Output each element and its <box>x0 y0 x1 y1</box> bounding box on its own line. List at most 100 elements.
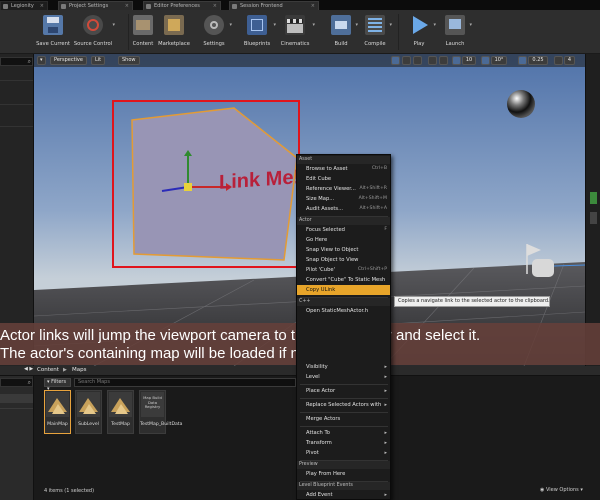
menu-item-audit-assets[interactable]: Audit Assets... Alt+Shift+A <box>297 204 390 214</box>
menu-item-visibility[interactable]: Visibility ▸ <box>297 362 390 372</box>
build-data-thumbnail: Map Build Data Registry <box>141 392 164 417</box>
menu-item-play-from-here[interactable]: Play From Here <box>297 469 390 479</box>
menu-item-reference-viewer[interactable]: Reference Viewer... Alt+Shift+R <box>297 184 390 194</box>
lit-button[interactable]: Lit <box>91 56 106 65</box>
menu-item-convert-static-mesh[interactable]: Convert "Cube" To Static Mesh <box>297 275 390 285</box>
chevron-down-icon: ▾ <box>389 22 392 28</box>
close-icon[interactable]: × <box>311 2 315 10</box>
blueprint-small-icon[interactable] <box>590 212 597 224</box>
tab-editor-preferences[interactable]: Editor Preferences × <box>143 1 221 10</box>
build-icon <box>331 15 351 35</box>
save-current-button[interactable]: Save Current <box>36 12 70 52</box>
chevron-right-icon: ▸ <box>384 430 387 436</box>
asset-tile-testmap[interactable]: TestMap <box>107 390 134 434</box>
menu-item-edit-cube[interactable]: Edit Cube <box>297 174 390 184</box>
menu-item-add-event[interactable]: Add Event ▸ <box>297 490 390 500</box>
menu-item-open-cpp[interactable]: Open StaticMeshActor.h <box>297 306 390 316</box>
asset-search-input[interactable]: Search Maps <box>74 378 296 387</box>
menu-section-preview: Preview <box>297 461 390 469</box>
filters-button[interactable]: ▾ Filters ▾ <box>44 378 71 392</box>
menu-item-copy-ulink[interactable]: Copy ULink <box>297 285 390 295</box>
panel-divider <box>0 408 33 409</box>
asset-tile-sublevel[interactable]: SubLevel <box>75 390 102 434</box>
rotate-mode-icon[interactable] <box>402 56 411 65</box>
content-icon <box>133 15 153 35</box>
menu-item-browse-to-asset[interactable]: Browse to Asset Ctrl+B <box>297 164 390 174</box>
show-button[interactable]: Show <box>118 56 140 65</box>
scale-snap-icon[interactable] <box>518 56 527 65</box>
build-button[interactable]: Build ▾ <box>326 12 358 52</box>
menu-item-snap-view[interactable]: Snap View to Object <box>297 245 390 255</box>
rotation-snap-icon[interactable] <box>481 56 490 65</box>
asset-tile-testmap-builtdata[interactable]: Map Build Data Registry TestMap_BuiltDat… <box>139 390 182 434</box>
content-button[interactable]: Content <box>130 12 156 52</box>
camera-speed-value[interactable]: 4 <box>564 56 575 65</box>
translate-mode-icon[interactable] <box>391 56 400 65</box>
close-icon[interactable]: × <box>40 2 44 10</box>
scale-snap-value[interactable]: 0.25 <box>528 56 548 65</box>
chevron-right-icon: ▶ <box>63 367 67 373</box>
cinematics-button[interactable]: Cinematics ▾ <box>277 12 315 52</box>
menu-item-level[interactable]: Level ▸ <box>297 372 390 382</box>
perspective-button[interactable]: Perspective <box>50 56 87 65</box>
menu-item-pivot[interactable]: Pivot ▸ <box>297 448 390 458</box>
menu-item-focus-selected[interactable]: Focus Selected F <box>297 225 390 235</box>
chevron-down-icon: ▾ <box>229 22 232 28</box>
close-icon[interactable]: × <box>125 2 129 10</box>
viewport-toolbar: ▾ Perspective Lit Show 10 10° 0.25 4 <box>34 54 585 67</box>
tab-bar: Legionity × Project Settings × Editor Pref… <box>0 0 600 10</box>
menu-item-snap-object[interactable]: Snap Object to View <box>297 255 390 265</box>
close-icon[interactable]: × <box>213 2 217 10</box>
path-sub[interactable]: Maps <box>72 367 86 373</box>
tab-project-settings[interactable]: Project Settings × <box>58 1 133 10</box>
blueprints-button[interactable]: Blueprints ▾ <box>240 12 276 52</box>
menu-item-size-map[interactable]: Size Map... Alt+Shift+M <box>297 194 390 204</box>
menu-item-transform[interactable]: Transform ▸ <box>297 438 390 448</box>
menu-section-asset: Asset <box>297 156 390 164</box>
path-root[interactable]: Content <box>37 367 59 373</box>
viewport-options-button[interactable]: ▾ <box>37 56 46 65</box>
compile-button[interactable]: Compile ▾ <box>360 12 392 52</box>
add-component-icon[interactable] <box>590 192 597 204</box>
view-options-button[interactable]: ◉ View Options ▾ <box>540 487 583 493</box>
rotation-snap-value[interactable]: 10° <box>491 56 507 65</box>
folder-row[interactable] <box>0 394 33 403</box>
menu-section-cpp: C++ <box>297 298 390 306</box>
session-icon <box>232 4 237 9</box>
menu-divider <box>300 412 388 413</box>
surface-snap-icon[interactable] <box>439 56 448 65</box>
tab-level[interactable]: Legionity × <box>0 1 48 10</box>
grid-snap-icon[interactable] <box>452 56 461 65</box>
settings-button[interactable]: Settings ▾ <box>198 12 232 52</box>
menu-item-merge-actors[interactable]: Merge Actors <box>297 414 390 424</box>
menu-item-attach-to[interactable]: Attach To ▸ <box>297 428 390 438</box>
camera-speed-icon[interactable] <box>554 56 563 65</box>
grid-snap-value[interactable]: 10 <box>462 56 476 65</box>
world-space-icon[interactable] <box>428 56 437 65</box>
nav-arrows-icon[interactable]: ◀ ▶ <box>24 366 33 372</box>
tab-session-frontend[interactable]: Session Frontend × <box>229 1 319 10</box>
chevron-down-icon: ▾ <box>469 22 472 28</box>
chevron-down-icon: ▾ <box>355 22 358 28</box>
panel-search-input[interactable]: ⌕ <box>0 57 33 66</box>
scale-mode-icon[interactable] <box>413 56 422 65</box>
asset-tile-mainmap[interactable]: MainMap <box>44 390 71 434</box>
toolbar-divider <box>398 14 399 50</box>
menu-item-pilot[interactable]: Pilot 'Cube' Ctrl+Shift+P <box>297 265 390 275</box>
play-button[interactable]: Play ▾ <box>404 12 436 52</box>
marketplace-button[interactable]: Marketplace <box>157 12 191 52</box>
clapper-icon <box>285 15 305 35</box>
eye-icon: ◉ <box>540 487 545 493</box>
actor-context-menu: Asset Browse to Asset Ctrl+B Edit Cube Re… <box>296 154 391 500</box>
chevron-right-icon: ▸ <box>384 402 387 408</box>
sources-search-input[interactable]: ⌕ <box>0 378 33 387</box>
menu-item-replace-actors[interactable]: Replace Selected Actors with ▸ <box>297 400 390 410</box>
launch-button[interactable]: Launch ▾ <box>440 12 472 52</box>
blueprint-icon <box>247 15 267 35</box>
chevron-right-icon: ▸ <box>384 440 387 446</box>
save-icon <box>43 15 63 35</box>
menu-item-go-here[interactable]: Go Here <box>297 235 390 245</box>
chevron-down-icon: ▾ <box>312 22 315 28</box>
menu-item-place-actor[interactable]: Place Actor ▸ <box>297 386 390 396</box>
source-control-button[interactable]: Source Control ▾ <box>73 12 115 52</box>
